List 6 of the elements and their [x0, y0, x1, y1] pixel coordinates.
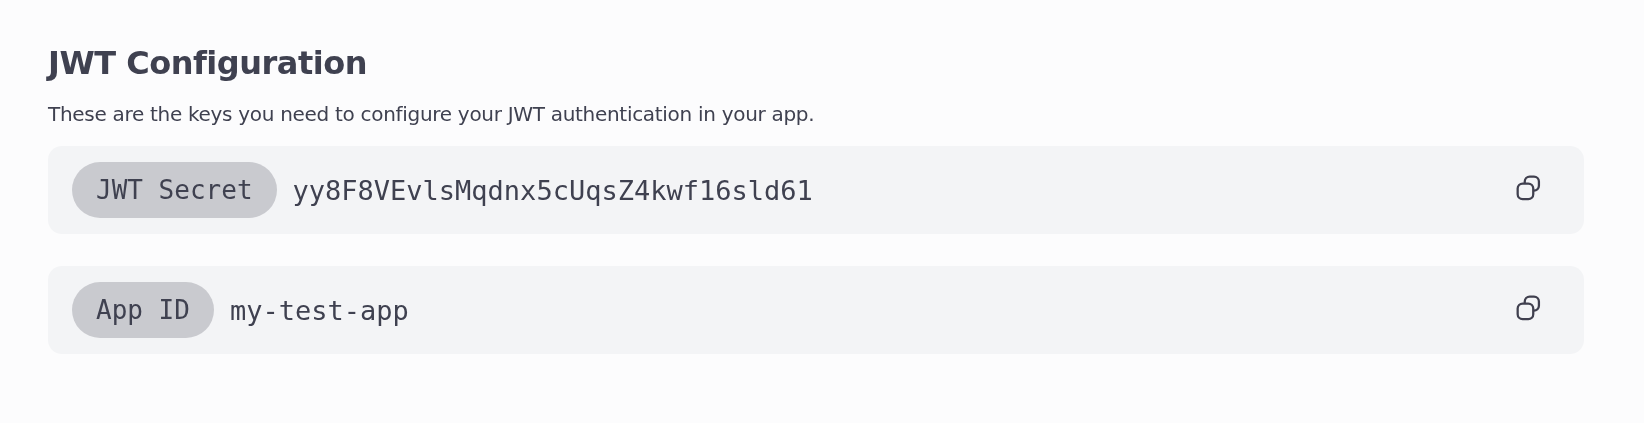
key-value: yy8F8VEvlsMqdnx5cUqsZ4kwf16sld61 — [292, 174, 814, 206]
key-label: JWT Secret — [72, 162, 277, 218]
key-value: my-test-app — [229, 294, 410, 326]
section-title: JWT Configuration — [48, 43, 368, 84]
section-description: These are the keys you need to configure your JWT authentication in your app. — [48, 102, 816, 126]
key-label: App ID — [72, 282, 214, 338]
